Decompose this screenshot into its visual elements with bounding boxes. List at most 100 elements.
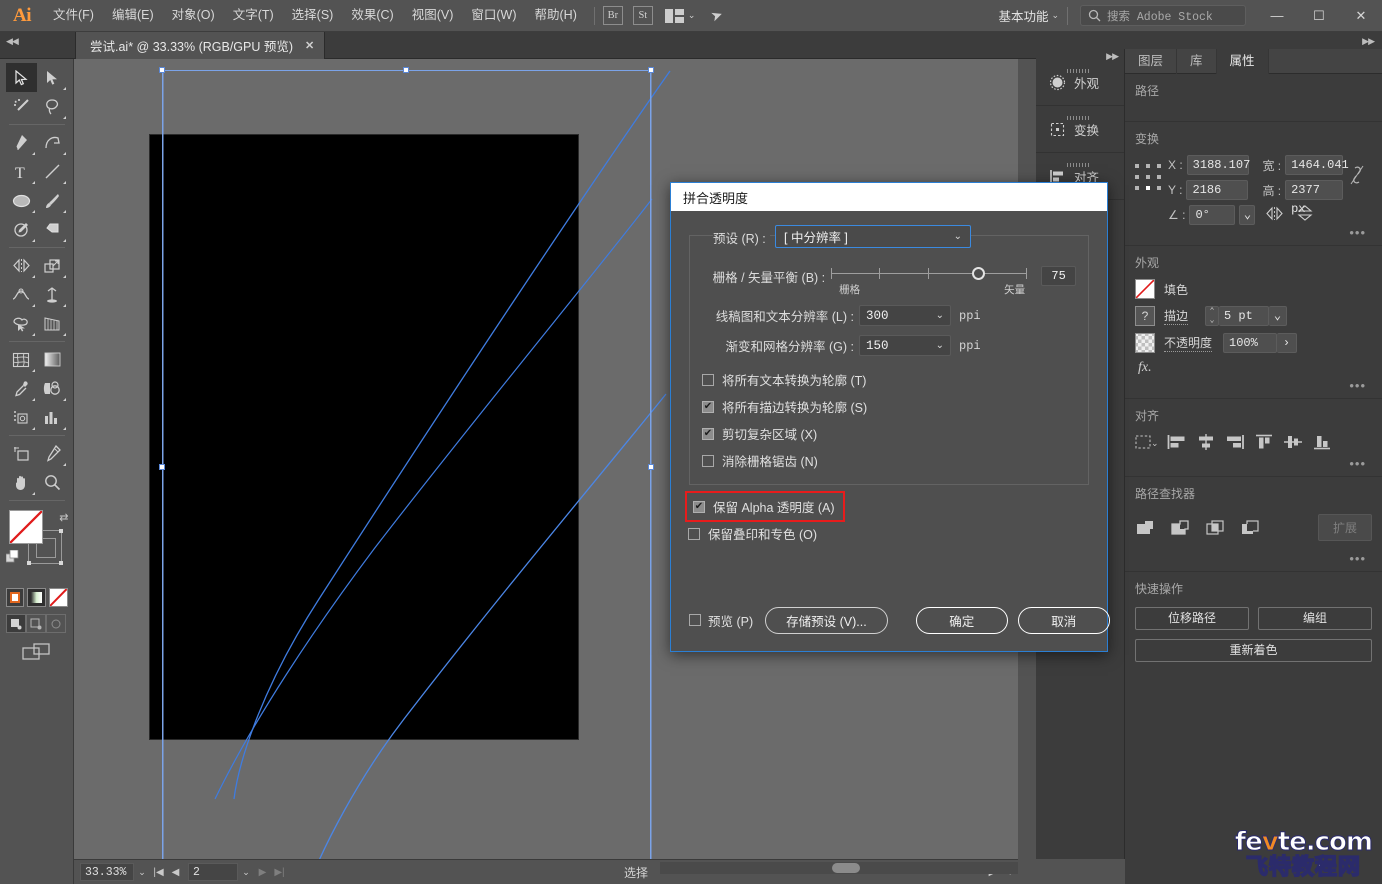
zoom-tool[interactable] (37, 468, 68, 497)
flip-horizontal-icon[interactable] (1266, 206, 1284, 221)
height-input[interactable]: 2377 px (1285, 180, 1344, 216)
symbol-sprayer-tool[interactable] (6, 403, 37, 432)
recolor-button[interactable]: 重新着色 (1135, 639, 1372, 662)
x-input[interactable]: 3188.107 (1186, 155, 1250, 175)
tab-layers[interactable]: 图层 (1125, 49, 1178, 74)
shape-builder-tool[interactable] (6, 309, 37, 338)
slice-tool[interactable] (37, 439, 68, 468)
menu-object[interactable]: 对象(O) (163, 0, 224, 31)
fx-button[interactable]: fx. (1135, 360, 1372, 376)
slider-knob[interactable] (972, 267, 986, 280)
draw-behind-button[interactable] (25, 614, 46, 633)
balance-slider[interactable] (831, 266, 1028, 282)
stroke-weight-input[interactable]: 5 pt (1219, 306, 1270, 326)
transform-more-options[interactable]: ••• (1349, 225, 1366, 240)
paintbrush-tool[interactable] (37, 186, 68, 215)
y-input[interactable]: 2186 px (1186, 180, 1249, 216)
draw-normal-button[interactable] (5, 614, 26, 633)
fill-swatch[interactable] (8, 510, 43, 544)
appearance-more-options[interactable]: ••• (1349, 378, 1366, 393)
change-screen-mode-button[interactable] (6, 642, 68, 661)
intersect-icon[interactable] (1205, 519, 1225, 537)
width-input[interactable]: 1464.041 (1285, 155, 1349, 175)
next-page-icon[interactable]: ▶ (254, 867, 271, 878)
menu-edit[interactable]: 编辑(E) (103, 0, 163, 31)
none-swatch-button[interactable] (48, 588, 68, 607)
stock-search-input[interactable]: 搜索 Adobe Stock (1080, 5, 1246, 26)
preview-checkbox[interactable] (689, 614, 701, 626)
menu-view[interactable]: 视图(V) (403, 0, 463, 31)
angle-input[interactable]: 0° (1189, 205, 1236, 225)
eraser-tool[interactable] (37, 215, 68, 244)
scale-tool[interactable] (37, 251, 68, 280)
column-graph-tool[interactable] (37, 403, 68, 432)
selection-handle-ml[interactable] (159, 464, 165, 470)
stroke-label[interactable]: 描边 (1164, 307, 1189, 325)
selection-handle-tc[interactable] (403, 67, 409, 73)
shaper-tool[interactable] (6, 215, 37, 244)
selection-handle-mr[interactable] (648, 464, 654, 470)
convert-text-row[interactable]: 将所有文本转换为轮廓 (T) (702, 370, 1076, 389)
selection-handle-tr[interactable] (648, 67, 654, 73)
width-tool[interactable] (6, 280, 37, 309)
selection-handle-tl[interactable] (159, 67, 165, 73)
align-top-icon[interactable] (1254, 434, 1274, 450)
tab-libraries[interactable]: 库 (1177, 49, 1217, 74)
angle-chevron-down-icon[interactable]: ⌄ (1239, 205, 1256, 225)
lasso-tool[interactable] (37, 92, 68, 121)
stroke-weight-chevron-down-icon[interactable]: ⌄ (1269, 306, 1288, 326)
balance-value-input[interactable]: 75 (1041, 266, 1076, 286)
minus-front-icon[interactable] (1170, 519, 1190, 537)
align-bottom-icon[interactable] (1312, 434, 1332, 450)
first-page-icon[interactable]: |◀ (150, 867, 167, 878)
align-horizontal-center-icon[interactable] (1196, 434, 1216, 450)
align-right-icon[interactable] (1225, 434, 1245, 450)
gradient-resolution-select[interactable]: 150 ⌄ (859, 335, 951, 356)
page-chevron-down-icon[interactable]: ⌄ (238, 867, 254, 878)
menu-file[interactable]: 文件(F) (44, 0, 103, 31)
workspace-label[interactable]: 基本功能 (995, 6, 1051, 25)
preserve-alpha-checkbox[interactable]: ✔ (693, 500, 705, 513)
save-preset-button[interactable]: 存储预设 (V)... (765, 606, 888, 634)
artboard-tool[interactable] (6, 439, 37, 468)
reference-point-selector[interactable] (1135, 164, 1161, 190)
close-button[interactable]: ✕ (1340, 0, 1382, 31)
magic-wand-tool[interactable] (6, 92, 37, 121)
prev-page-icon[interactable]: ◀ (167, 867, 184, 878)
draw-inside-button[interactable] (45, 614, 66, 633)
arrange-documents-button[interactable]: ⌄ (664, 8, 695, 23)
anti-alias-checkbox[interactable] (702, 454, 714, 467)
reflect-tool[interactable] (6, 251, 37, 280)
hand-tool[interactable] (6, 468, 37, 497)
ellipse-tool[interactable] (6, 186, 37, 215)
align-vertical-center-icon[interactable] (1283, 434, 1303, 450)
align-left-icon[interactable] (1167, 434, 1187, 450)
preserve-overprint-checkbox[interactable] (688, 527, 700, 540)
line-art-resolution-select[interactable]: 300 ⌄ (859, 305, 951, 326)
zoom-chevron-down-icon[interactable]: ⌄ (134, 867, 150, 878)
stroke-swatch-button[interactable]: ? (1135, 306, 1155, 326)
anti-alias-row[interactable]: 消除栅格锯齿 (N) (702, 451, 1076, 470)
type-tool[interactable]: T (6, 157, 37, 186)
cancel-button[interactable]: 取消 (1017, 606, 1110, 634)
preserve-overprint-row[interactable]: 保留叠印和专色 (O) (688, 524, 1089, 543)
eyedropper-tool[interactable] (6, 374, 37, 403)
maximize-button[interactable]: ☐ (1298, 0, 1340, 31)
clip-complex-regions-checkbox[interactable]: ✔ (702, 427, 714, 440)
default-fill-stroke-icon[interactable] (5, 550, 19, 563)
pen-tool[interactable] (6, 128, 37, 157)
align-to-selection-icon[interactable]: ⌄ (1135, 434, 1158, 450)
stock-button[interactable]: St (632, 6, 653, 25)
swap-fill-stroke-icon[interactable]: ⇄ (59, 511, 68, 524)
stroke-weight-stepper[interactable]: ⌃ ⌄ (1205, 306, 1220, 326)
color-swatch-button[interactable] (5, 588, 25, 607)
fill-swatch-button[interactable] (1135, 279, 1155, 299)
convert-strokes-row[interactable]: ✔ 将所有描边转换为轮廓 (S) (702, 397, 1076, 416)
rail-item-transform[interactable]: 变换 (1036, 106, 1124, 153)
gradient-swatch-button[interactable] (27, 588, 46, 607)
last-page-icon[interactable]: ▶| (271, 867, 288, 878)
menu-window[interactable]: 窗口(W) (462, 0, 525, 31)
opacity-swatch[interactable] (1135, 333, 1155, 353)
menu-effect[interactable]: 效果(C) (342, 0, 402, 31)
document-tab[interactable]: 尝试.ai* @ 33.33% (RGB/GPU 预览) ✕ (75, 32, 326, 59)
